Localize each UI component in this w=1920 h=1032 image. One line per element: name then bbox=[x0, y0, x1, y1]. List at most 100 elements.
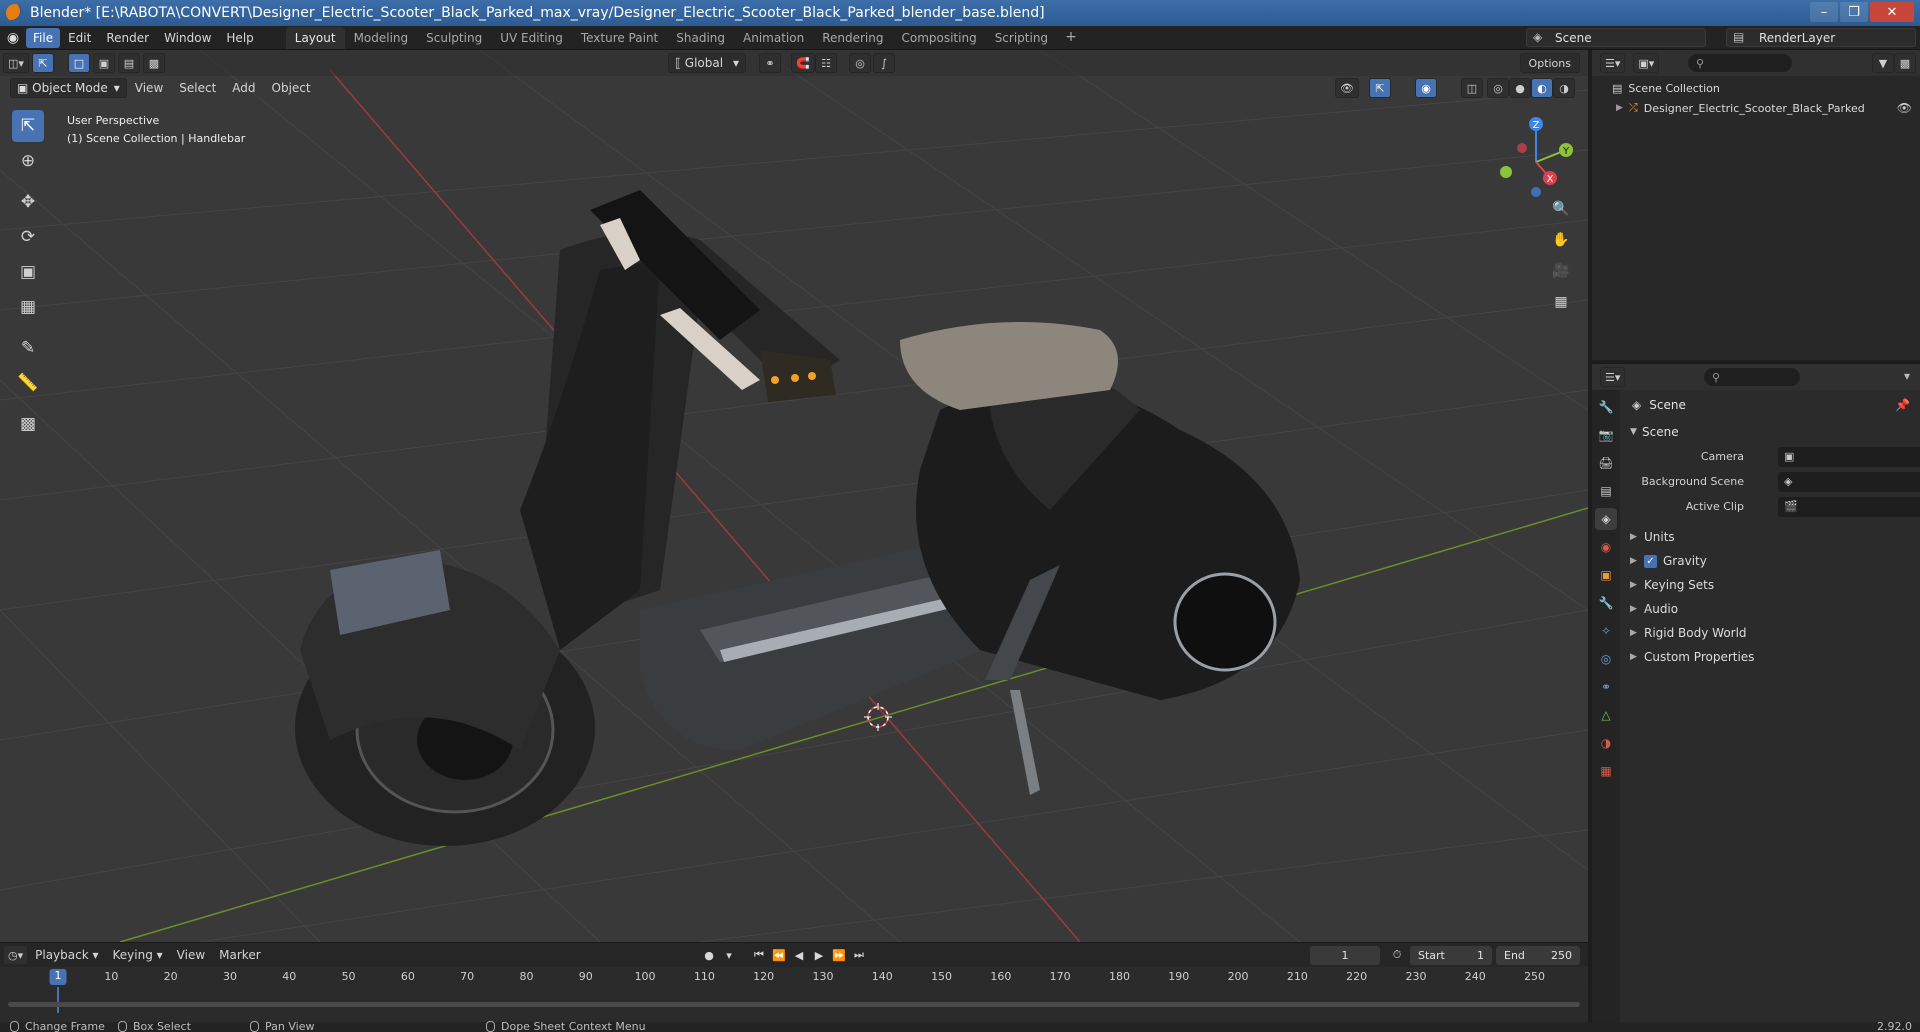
outliner-scene-collection[interactable]: ▤ Scene Collection bbox=[1592, 78, 1920, 98]
editor-type-outliner-icon[interactable]: ☰▾ bbox=[1600, 53, 1626, 73]
solid-shading-icon[interactable]: ● bbox=[1509, 78, 1531, 98]
snap-target-icon[interactable]: ☷ bbox=[815, 53, 837, 73]
chevron-down-icon[interactable]: ▾ bbox=[720, 946, 738, 964]
timeline-ruler[interactable]: 1 10 20 30 40 50 60 70 80 90 100 110 120 130 140 150 16… bbox=[0, 967, 1588, 987]
data-tab-icon[interactable]: △ bbox=[1595, 704, 1617, 726]
overlay-toggle-icon[interactable]: ◉ bbox=[1415, 78, 1437, 98]
pivot-point-icon[interactable]: ⚭ bbox=[759, 53, 781, 73]
menu-marker[interactable]: Marker bbox=[212, 948, 267, 962]
pan-hand-icon[interactable]: ✋ bbox=[1548, 227, 1574, 253]
select-tool-mode-button[interactable]: ⇱ bbox=[31, 53, 54, 73]
modifier-tab-icon[interactable]: 🔧 bbox=[1595, 592, 1617, 614]
units-panel-header[interactable]: ▶ Units bbox=[1622, 525, 1920, 549]
jump-end-icon[interactable]: ⏭ bbox=[850, 946, 868, 964]
scene-selector[interactable]: ◈ Scene bbox=[1526, 28, 1706, 47]
view-layer-selector[interactable]: ▤ RenderLayer bbox=[1726, 28, 1916, 47]
next-keyframe-icon[interactable]: ⏩ bbox=[830, 946, 848, 964]
render-tab-icon[interactable]: 📷 bbox=[1595, 424, 1617, 446]
close-button[interactable]: ✕ bbox=[1870, 2, 1914, 22]
scene-tab-icon[interactable]: ◈ bbox=[1595, 508, 1617, 530]
outliner-item-scooter[interactable]: ▶ ⤮ Designer_Electric_Scooter_Black_Park… bbox=[1592, 98, 1920, 118]
frame-cursor-label[interactable]: 1 bbox=[49, 969, 67, 985]
timeline-editor[interactable]: ◷▾ Playback ▾ Keying ▾ View Marker ● ▾ ⏮… bbox=[0, 942, 1588, 1022]
frame-cursor-line[interactable] bbox=[57, 987, 59, 1013]
material-preview-shading-icon[interactable]: ◐ bbox=[1531, 78, 1553, 98]
measure-tool-icon[interactable]: 📏 bbox=[12, 367, 44, 399]
preview-range-clock-icon[interactable]: ⏱ bbox=[1388, 946, 1406, 964]
tab-sculpting[interactable]: Sculpting bbox=[417, 27, 491, 49]
axis-gizmo-icon[interactable]: Z Y X bbox=[1484, 112, 1580, 202]
gravity-checkbox[interactable]: ✓ bbox=[1644, 554, 1657, 568]
visibility-icon[interactable]: 👁 bbox=[1335, 78, 1359, 98]
record-icon[interactable]: ● bbox=[700, 946, 718, 964]
menu-timeline-view[interactable]: View bbox=[170, 948, 212, 962]
navigation-gizmo[interactable]: Z Y X bbox=[1484, 112, 1580, 202]
properties-editor[interactable]: ☰▾ ⚲ ▾ 🔧 📷 🖨 ▤ ◈ ◉ ▣ 🔧 ✧ ◎ ⚭ △ ◑ ▦ ◈ Sce… bbox=[1592, 362, 1920, 1024]
texture-tab-icon[interactable]: ▦ bbox=[1595, 760, 1617, 782]
scale-tool-icon[interactable]: ▣ bbox=[12, 256, 44, 288]
rotate-tool-icon[interactable]: ⟳ bbox=[12, 221, 44, 253]
gizmo-toggle-icon[interactable]: ⇱ bbox=[1369, 78, 1391, 98]
tab-shading[interactable]: Shading bbox=[667, 27, 734, 49]
camera-field[interactable]: ▣ ✒ bbox=[1778, 446, 1920, 467]
tool-tab-icon[interactable]: 🔧 bbox=[1595, 396, 1617, 418]
gravity-panel-header[interactable]: ▶ ✓ Gravity bbox=[1622, 549, 1920, 573]
xray-toggle-icon[interactable]: ◫ bbox=[1461, 78, 1483, 98]
select-new-icon[interactable]: □ bbox=[67, 53, 90, 73]
maximize-button[interactable]: ❐ bbox=[1840, 2, 1868, 22]
transform-tool-icon[interactable]: ▦ bbox=[12, 291, 44, 323]
menu-select[interactable]: Select bbox=[171, 81, 224, 95]
3d-viewport[interactable]: ◫▾ ⇱ □ ▣ ▤ ▩ ⟦ Global ▾ ⚭ 🧲 ☷ ◎ ∫ Option… bbox=[0, 50, 1588, 942]
prev-keyframe-icon[interactable]: ⏪ bbox=[770, 946, 788, 964]
current-frame-field[interactable]: 1 bbox=[1310, 946, 1380, 965]
output-tab-icon[interactable]: 🖨 bbox=[1595, 452, 1617, 474]
wireframe-shading-icon[interactable]: ◎ bbox=[1487, 78, 1509, 98]
menu-edit[interactable]: Edit bbox=[61, 28, 98, 48]
minimize-button[interactable]: – bbox=[1810, 2, 1838, 22]
options-dropdown[interactable]: Options bbox=[1519, 53, 1580, 73]
start-frame-field[interactable]: Start 1 bbox=[1410, 946, 1492, 965]
menu-help[interactable]: Help bbox=[219, 28, 260, 48]
audio-panel-header[interactable]: ▶ Audio bbox=[1622, 597, 1920, 621]
particles-tab-icon[interactable]: ✧ bbox=[1595, 620, 1617, 642]
select-box-tool-icon[interactable]: ⇱ bbox=[12, 110, 44, 142]
transform-orientation-select[interactable]: ⟦ Global ▾ bbox=[668, 53, 746, 73]
object-mode-select[interactable]: ▣ Object Mode ▾ bbox=[10, 78, 127, 98]
menu-add[interactable]: Add bbox=[224, 81, 263, 95]
camera-view-icon[interactable]: 🎥 bbox=[1548, 258, 1574, 284]
play-reverse-icon[interactable]: ◀ bbox=[790, 946, 808, 964]
jump-start-icon[interactable]: ⏮ bbox=[750, 946, 768, 964]
end-frame-field[interactable]: End 250 bbox=[1496, 946, 1580, 965]
select-subtract-icon[interactable]: ▤ bbox=[117, 53, 140, 73]
tab-animation[interactable]: Animation bbox=[734, 27, 813, 49]
filter-icon[interactable]: ▼ bbox=[1872, 53, 1894, 73]
select-invert-icon[interactable]: ▩ bbox=[142, 53, 165, 73]
falloff-icon[interactable]: ∫ bbox=[873, 53, 895, 73]
scene-panel-header[interactable]: ▼ Scene bbox=[1622, 420, 1920, 444]
menu-playback[interactable]: Playback ▾ bbox=[28, 948, 105, 962]
cursor-tool-icon[interactable]: ⊕ bbox=[12, 145, 44, 177]
outliner-search-input[interactable]: ⚲ bbox=[1688, 54, 1792, 72]
select-extend-icon[interactable]: ▣ bbox=[92, 53, 115, 73]
proportional-edit-icon[interactable]: ◎ bbox=[849, 53, 871, 73]
menu-window[interactable]: Window bbox=[157, 28, 218, 48]
menu-view[interactable]: View bbox=[127, 81, 171, 95]
editor-type-properties-icon[interactable]: ☰▾ bbox=[1600, 367, 1626, 387]
object-tab-icon[interactable]: ▣ bbox=[1595, 564, 1617, 586]
blender-logo-icon[interactable]: ◉ bbox=[0, 26, 26, 50]
menu-file[interactable]: File bbox=[26, 27, 61, 48]
play-icon[interactable]: ▶ bbox=[810, 946, 828, 964]
expand-arrow-icon[interactable]: ▶ bbox=[1616, 103, 1623, 113]
zoom-icon[interactable]: 🔍 bbox=[1548, 196, 1574, 222]
tab-compositing[interactable]: Compositing bbox=[892, 27, 985, 49]
menu-render[interactable]: Render bbox=[99, 28, 156, 48]
properties-search-input[interactable]: ⚲ bbox=[1704, 368, 1800, 386]
physics-tab-icon[interactable]: ◎ bbox=[1595, 648, 1617, 670]
background-scene-field[interactable]: ◈ bbox=[1778, 471, 1920, 492]
tab-texture-paint[interactable]: Texture Paint bbox=[572, 27, 667, 49]
tab-layout[interactable]: Layout bbox=[285, 26, 345, 49]
rendered-shading-icon[interactable]: ◑ bbox=[1553, 78, 1575, 98]
visibility-eye-icon[interactable]: 👁 bbox=[1897, 101, 1912, 115]
tab-scripting[interactable]: Scripting bbox=[986, 27, 1057, 49]
constraints-tab-icon[interactable]: ⚭ bbox=[1595, 676, 1617, 698]
